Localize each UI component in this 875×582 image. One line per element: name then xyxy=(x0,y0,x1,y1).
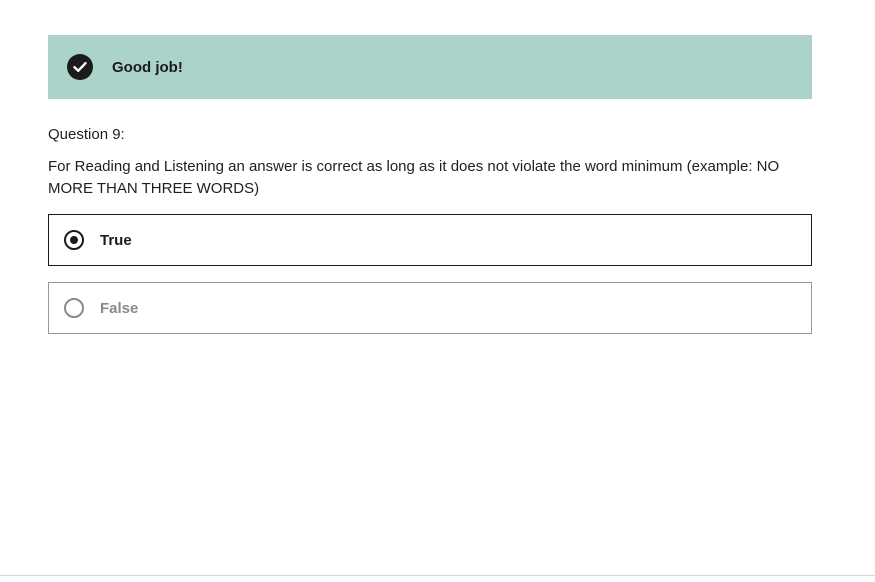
answer-option-true[interactable]: True xyxy=(48,214,812,266)
answer-option-label: False xyxy=(100,300,139,317)
radio-selected-icon[interactable] xyxy=(64,230,84,250)
answer-option-false[interactable]: False xyxy=(48,282,812,334)
radio-unselected-icon[interactable] xyxy=(64,298,84,318)
quiz-question-page: Good job! Question 9: For Reading and Li… xyxy=(0,0,875,582)
question-text: For Reading and Listening an answer is c… xyxy=(48,158,780,197)
answer-option-label: True xyxy=(100,232,132,249)
question-number: Question 9: xyxy=(48,126,125,143)
divider xyxy=(0,575,875,576)
feedback-banner: Good job! xyxy=(48,35,812,99)
feedback-message: Good job! xyxy=(112,59,183,76)
check-circle-icon xyxy=(67,54,93,80)
